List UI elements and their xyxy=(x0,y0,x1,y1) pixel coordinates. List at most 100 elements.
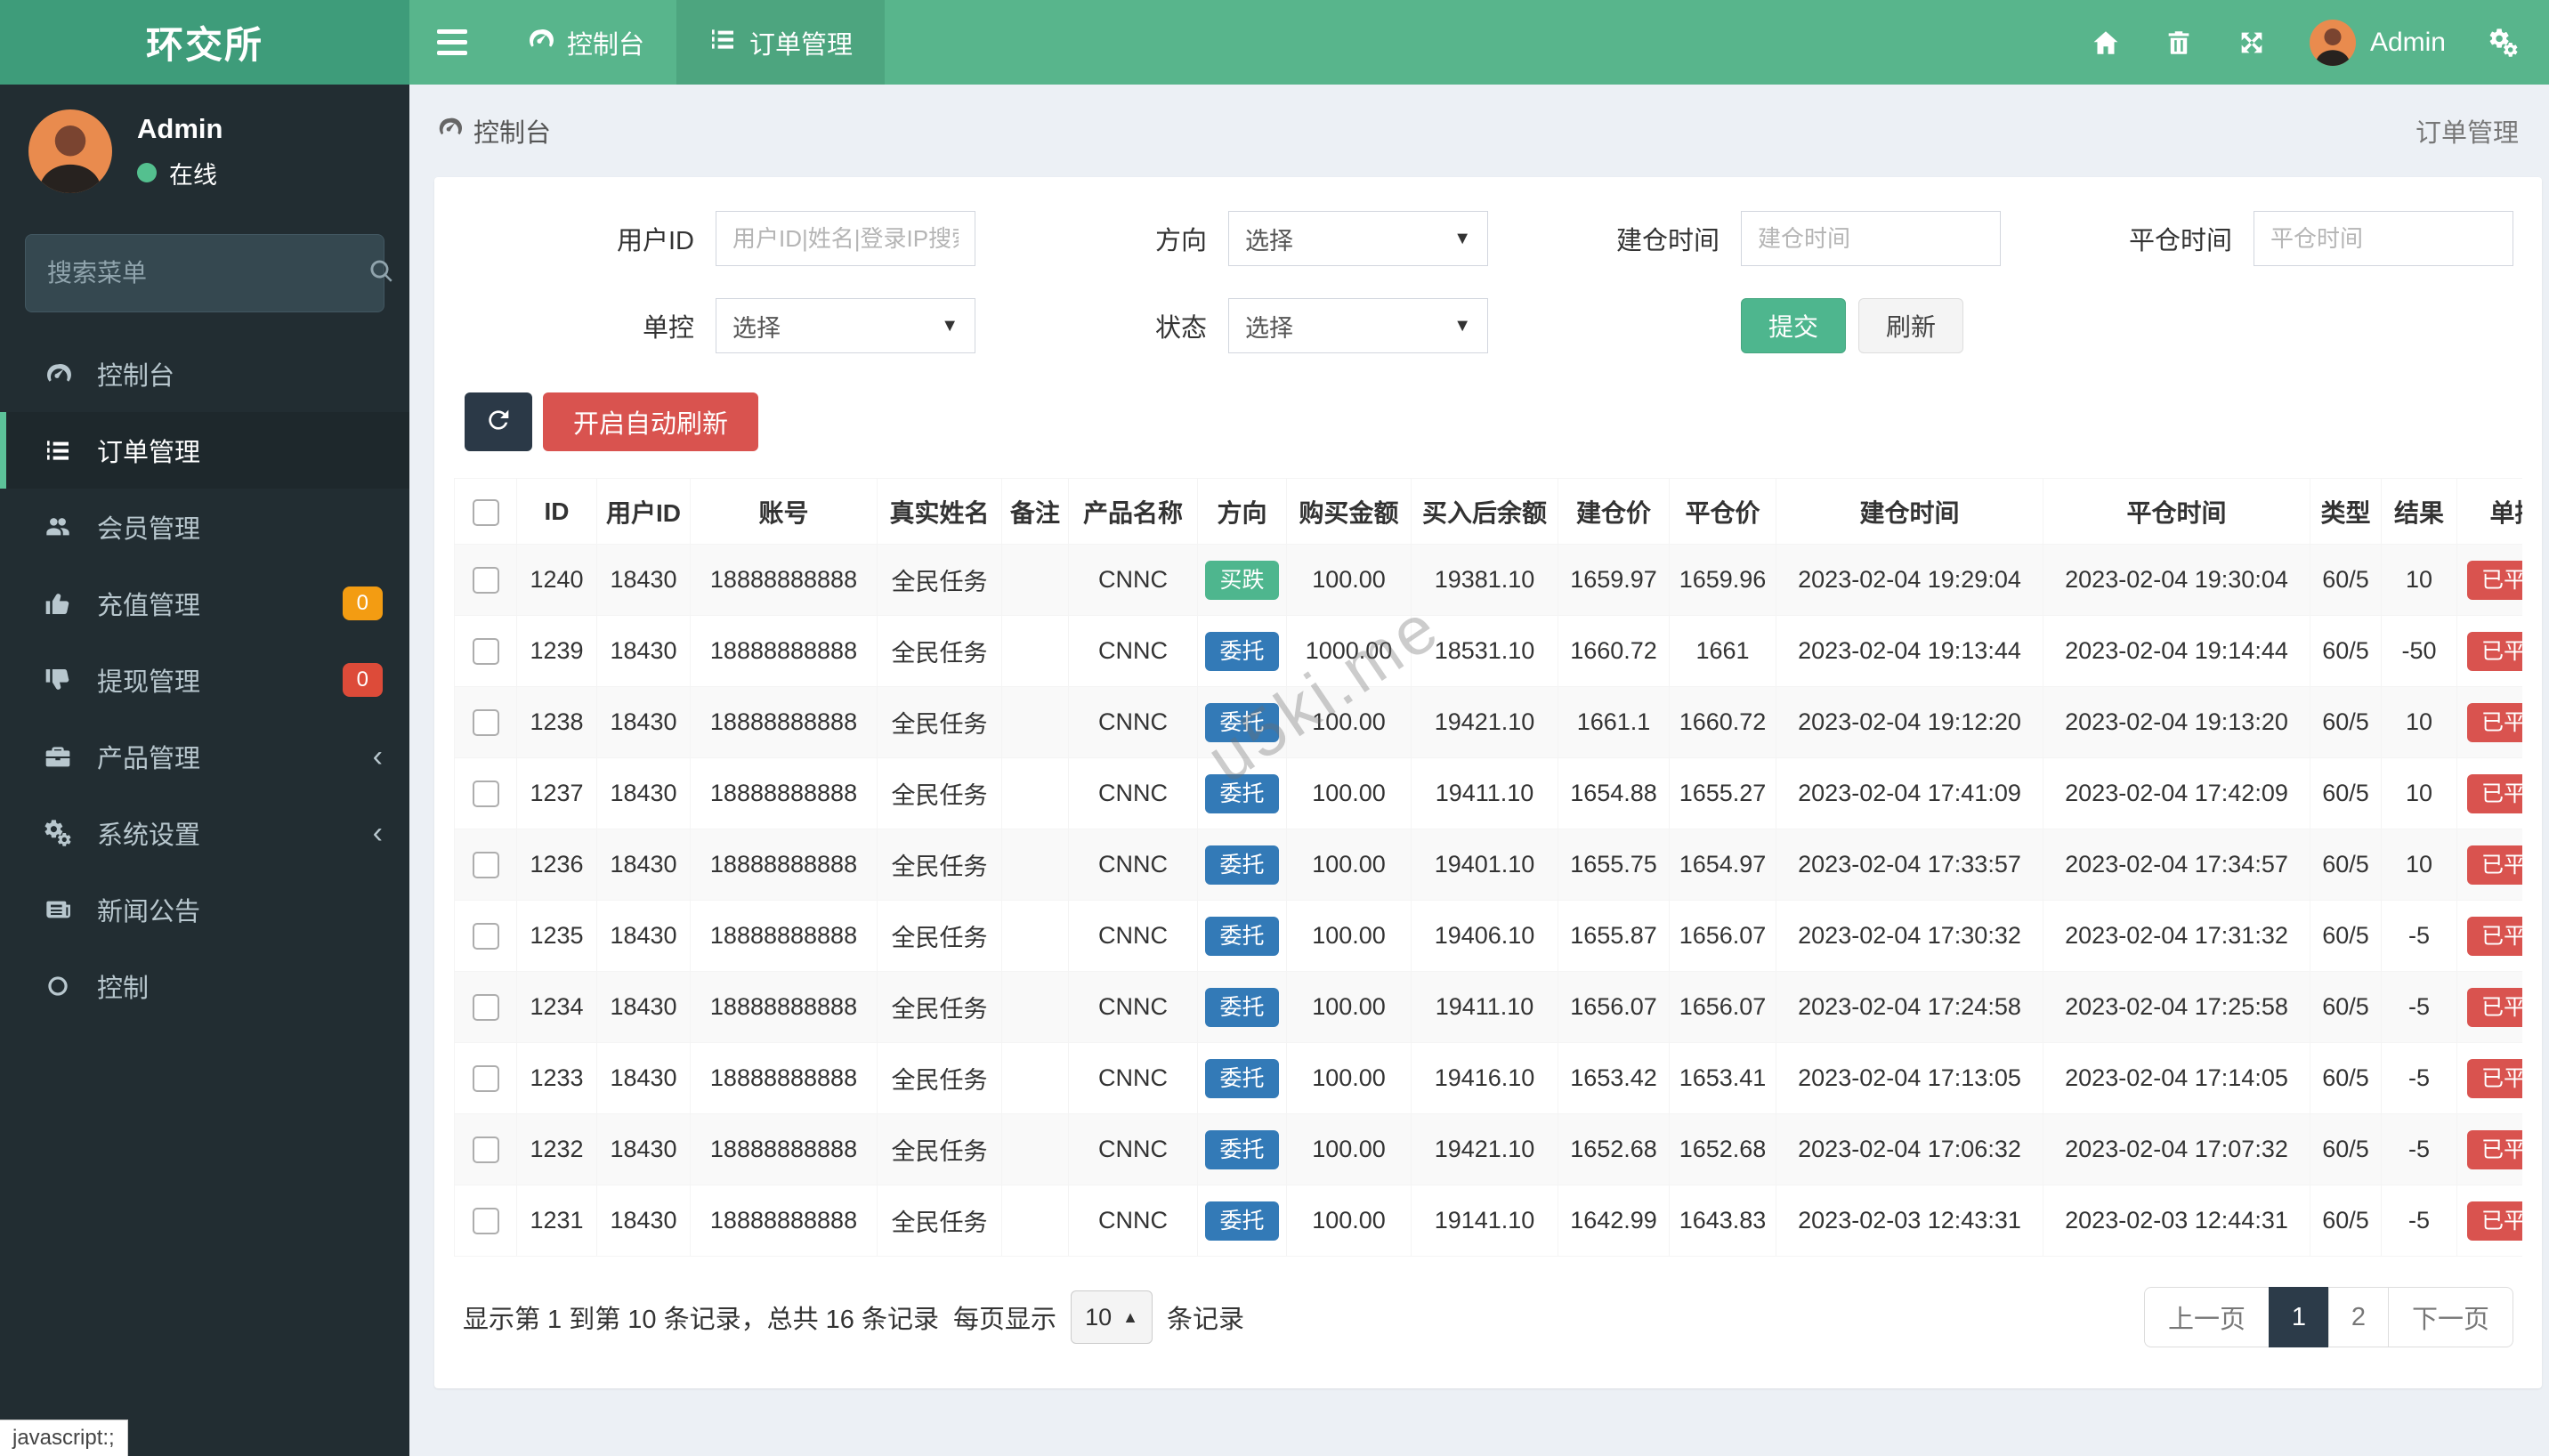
cell-amount: 100.00 xyxy=(1286,1185,1412,1257)
closed-badge: 已平仓 xyxy=(2466,631,2522,671)
cell-type: 60/5 xyxy=(2310,1042,2382,1114)
deposit-count-badge: 0 xyxy=(342,586,383,620)
sidebar-item-control[interactable]: 控制 xyxy=(0,948,409,1024)
row-checkbox[interactable] xyxy=(472,923,499,950)
closed-badge: 已平仓 xyxy=(2466,1129,2522,1169)
sidebar-item-withdrawals[interactable]: 提现管理 0 xyxy=(0,642,409,718)
cell-open-price: 1653.42 xyxy=(1558,1042,1670,1114)
tab-dashboard[interactable]: 控制台 xyxy=(494,0,676,85)
column-header: 产品名称 xyxy=(1068,478,1198,545)
cell-id: 1237 xyxy=(516,757,597,829)
online-status-label: 在线 xyxy=(169,161,217,189)
cell-close-time: 2023-02-04 19:30:04 xyxy=(2043,544,2310,616)
sidebar-item-deposits[interactable]: 充值管理 0 xyxy=(0,565,409,642)
home-icon[interactable] xyxy=(2069,0,2142,85)
breadcrumb-left[interactable]: 控制台 xyxy=(436,112,551,150)
row-checkbox[interactable] xyxy=(472,638,499,666)
cell-account: 18888888888 xyxy=(690,757,878,829)
app: 环交所 控制台 订单管理 Admin Admin 在线 搜索菜单 控制台 订单管… xyxy=(0,0,2549,1456)
page-size-select[interactable]: 10 ▲ xyxy=(1071,1290,1153,1344)
search-icon[interactable] xyxy=(368,258,395,289)
row-checkbox[interactable] xyxy=(472,1208,499,1235)
row-checkbox-cell xyxy=(454,900,517,972)
sidebar-item-members[interactable]: 会员管理 xyxy=(0,489,409,565)
control-select[interactable]: 选择 ▼ xyxy=(716,298,975,353)
open-time-label: 建仓时间 xyxy=(1615,227,1720,255)
table-row: 1238 18430 18888888888 全民任务 CNNC 委托 100.00 1942… xyxy=(454,686,2522,758)
page-2-button[interactable]: 2 xyxy=(2327,1287,2389,1347)
cell-id: 1231 xyxy=(516,1185,597,1257)
records-summary: 显示第 1 到第 10 条记录，总共 16 条记录 xyxy=(463,1306,939,1334)
fullscreen-icon[interactable] xyxy=(2215,0,2288,85)
cell-note xyxy=(1001,829,1069,901)
cell-note xyxy=(1001,1113,1069,1185)
row-checkbox[interactable] xyxy=(472,567,499,595)
cell-direction: 委托 xyxy=(1197,686,1287,758)
cell-type: 60/5 xyxy=(2310,971,2382,1043)
cell-real-name: 全民任务 xyxy=(877,544,1002,616)
sidebar-search xyxy=(25,234,392,312)
sidebar-item-products[interactable]: 产品管理 ‹ xyxy=(0,718,409,795)
row-checkbox[interactable] xyxy=(472,1065,499,1093)
cell-close-time: 2023-02-04 17:42:09 xyxy=(2043,757,2310,829)
caret-down-icon: ▼ xyxy=(1453,228,1471,248)
row-checkbox[interactable] xyxy=(472,709,499,737)
auto-refresh-button[interactable]: 开启自动刷新 xyxy=(543,392,759,451)
status-select[interactable]: 选择 ▼ xyxy=(1228,298,1488,353)
column-header: 结果 xyxy=(2381,478,2457,545)
submit-button[interactable]: 提交 xyxy=(1741,298,1847,353)
online-dot-icon xyxy=(137,163,157,182)
trash-icon[interactable] xyxy=(2142,0,2215,85)
reload-table-button[interactable] xyxy=(465,392,532,451)
cell-product: CNNC xyxy=(1068,757,1198,829)
prev-page-button[interactable]: 上一页 xyxy=(2143,1287,2270,1347)
cell-open-time: 2023-02-03 12:43:31 xyxy=(1776,1185,2043,1257)
cell-direction: 委托 xyxy=(1197,971,1287,1043)
cell-real-name: 全民任务 xyxy=(877,615,1002,687)
cell-type: 60/5 xyxy=(2310,829,2382,901)
cell-open-time: 2023-02-04 17:33:57 xyxy=(1776,829,2043,901)
cell-result: -5 xyxy=(2381,1185,2457,1257)
sidebar-item-settings[interactable]: 系统设置 ‹ xyxy=(0,795,409,871)
next-page-button[interactable]: 下一页 xyxy=(2387,1287,2513,1347)
sidebar-item-dashboard[interactable]: 控制台 xyxy=(0,336,409,412)
brand-logo[interactable]: 环交所 xyxy=(0,0,409,85)
user-menu[interactable]: Admin xyxy=(2288,19,2467,66)
page-1-button[interactable]: 1 xyxy=(2268,1287,2329,1347)
orders-table-wrap: ID 用户ID 账号 真实姓名 备注 产品名称 方向 购买金额 买入后余额 建仓价 平仓价 建仓时间平… xyxy=(454,478,2522,1257)
tab-orders[interactable]: 订单管理 xyxy=(676,0,886,85)
row-checkbox[interactable] xyxy=(472,994,499,1022)
settings-gears-icon[interactable] xyxy=(2467,0,2540,85)
direction-select[interactable]: 选择 ▼ xyxy=(1228,211,1488,266)
cell-type: 60/5 xyxy=(2310,1113,2382,1185)
row-checkbox[interactable] xyxy=(472,1136,499,1164)
refresh-button[interactable]: 刷新 xyxy=(1858,298,1964,353)
cell-id: 1233 xyxy=(516,1042,597,1114)
user-id-input[interactable] xyxy=(716,211,975,266)
cell-note xyxy=(1001,615,1069,687)
cell-note xyxy=(1001,686,1069,758)
cell-direction: 委托 xyxy=(1197,1113,1287,1185)
row-checkbox[interactable] xyxy=(472,852,499,879)
cell-balance: 19411.10 xyxy=(1411,757,1558,829)
closed-badge: 已平仓 xyxy=(2466,1201,2522,1241)
cell-balance: 18531.10 xyxy=(1411,615,1558,687)
sidebar-item-label: 控制 xyxy=(97,975,150,1003)
select-all-checkbox[interactable] xyxy=(472,498,499,526)
browser-status-bar: javascript:; xyxy=(0,1420,128,1456)
sidebar-search-input[interactable] xyxy=(47,259,368,287)
cell-real-name: 全民任务 xyxy=(877,1185,1002,1257)
close-time-input[interactable] xyxy=(2254,211,2513,266)
sidebar-item-news[interactable]: 新闻公告 xyxy=(0,871,409,948)
sidebar-item-orders[interactable]: 订单管理 xyxy=(0,412,409,489)
cell-result: 10 xyxy=(2381,686,2457,758)
per-page-suffix: 条记录 xyxy=(1167,1306,1245,1334)
sidebar-toggle-button[interactable] xyxy=(409,0,494,85)
row-checkbox[interactable] xyxy=(472,781,499,808)
open-time-input[interactable] xyxy=(1741,211,2001,266)
cell-direction: 委托 xyxy=(1197,829,1287,901)
sidebar-avatar xyxy=(28,109,112,193)
cell-result: -50 xyxy=(2381,615,2457,687)
sidebar-item-label: 会员管理 xyxy=(97,515,201,544)
table-row: 1237 18430 18888888888 全民任务 CNNC 委托 100.00 1941… xyxy=(454,757,2522,829)
